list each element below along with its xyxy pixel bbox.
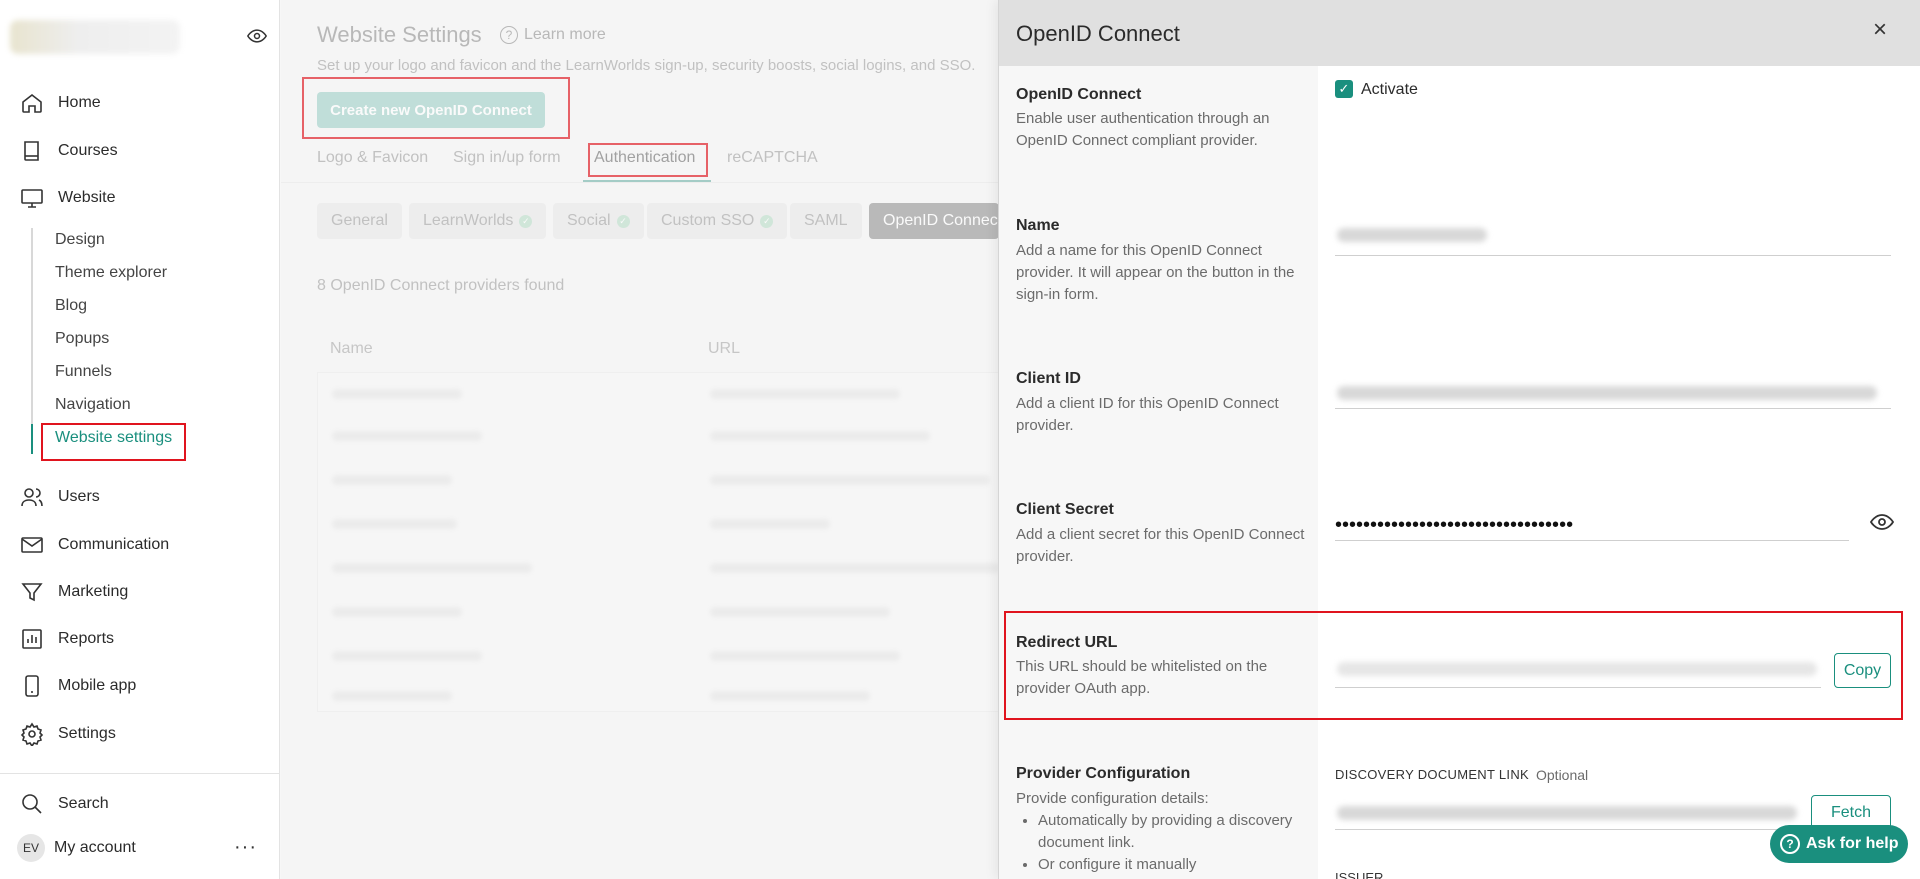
sub-funnels[interactable]: Funnels [55, 363, 112, 385]
provider-config-intro: Provide configuration details: [1016, 790, 1209, 807]
eye-icon[interactable] [1870, 510, 1894, 534]
highlight-redirect-url [1004, 611, 1903, 720]
nav-reports-label: Reports [58, 630, 115, 647]
nav-settings[interactable]: Settings [20, 719, 116, 749]
submenu-active-indicator [31, 424, 33, 454]
backdrop-overlay[interactable] [281, 0, 998, 879]
name-input-underline [1335, 255, 1891, 256]
monitor-icon [21, 189, 43, 208]
nav-users-label: Users [58, 488, 100, 505]
nav-communication[interactable]: Communication [20, 530, 169, 560]
avatar[interactable]: EV [17, 834, 45, 862]
search-icon [22, 794, 42, 814]
eye-icon[interactable] [247, 26, 267, 46]
mail-icon [21, 537, 43, 553]
nav-settings-label: Settings [58, 725, 116, 742]
drawer-title: OpenID Connect [1016, 21, 1180, 46]
nav-mobile-app-label: Mobile app [58, 677, 137, 694]
highlight-website-settings [41, 423, 186, 461]
openid-field-title: OpenID Connect [1016, 86, 1142, 103]
name-field-title: Name [1016, 217, 1060, 234]
discovery-link-label: DISCOVERY DOCUMENT LINK [1335, 767, 1529, 782]
nav-courses[interactable]: Courses [20, 136, 118, 166]
nav-reports[interactable]: Reports [20, 624, 114, 654]
client-secret-field[interactable]: •••••••••••••••••••••••••••••••••• [1335, 514, 1573, 537]
activate-label: Activate [1361, 81, 1418, 98]
my-account[interactable]: My account [54, 833, 136, 863]
client-id-underline [1335, 408, 1891, 409]
more-options-icon[interactable]: ··· [234, 836, 257, 859]
school-logo[interactable] [10, 20, 180, 54]
nav-marketing-label: Marketing [58, 583, 129, 600]
labels-column [999, 66, 1318, 879]
nav-website[interactable]: Website [20, 183, 116, 213]
home-icon [22, 93, 42, 113]
chart-icon [22, 629, 42, 649]
nav-search-label: Search [58, 795, 109, 812]
phone-icon [25, 675, 39, 697]
sub-popups[interactable]: Popups [55, 330, 109, 352]
ask-for-help-label: Ask for help [1806, 835, 1899, 852]
client-secret-underline [1335, 540, 1849, 541]
gear-icon [20, 722, 44, 746]
client-secret-title: Client Secret [1016, 501, 1114, 518]
client-id-field[interactable] [1337, 386, 1877, 400]
ask-for-help-button[interactable]: ? Ask for help [1770, 825, 1908, 863]
client-id-title: Client ID [1016, 370, 1081, 387]
nav-search[interactable]: Search [20, 789, 109, 819]
provider-config-title: Provider Configuration [1016, 765, 1191, 782]
optional-label: Optional [1536, 767, 1589, 783]
sub-design[interactable]: Design [55, 231, 105, 253]
client-id-desc: Add a client ID for this OpenID Connect … [1016, 395, 1279, 434]
nav-users[interactable]: Users [20, 482, 100, 512]
provider-config-list: Automatically by providing a discovery d… [1016, 810, 1306, 876]
provider-config-desc: Provide configuration details: Automatic… [1016, 788, 1306, 876]
filter-icon [21, 583, 43, 602]
sub-blog[interactable]: Blog [55, 297, 87, 319]
nav-marketing[interactable]: Marketing [20, 577, 128, 607]
nav-courses-label: Courses [58, 142, 118, 159]
question-icon: ? [1780, 834, 1800, 854]
list-item: Automatically by providing a discovery d… [1038, 810, 1306, 854]
my-account-label: My account [54, 839, 136, 856]
nav-website-label: Website [58, 189, 116, 206]
nav-mobile-app[interactable]: Mobile app [20, 671, 136, 701]
name-field-desc: Add a name for this OpenID Connect provi… [1016, 242, 1295, 303]
client-secret-desc: Add a client secret for this OpenID Conn… [1016, 526, 1305, 565]
nav-communication-label: Communication [58, 536, 170, 553]
discovery-link-underline [1335, 829, 1799, 830]
nav-home-label: Home [58, 94, 101, 111]
close-icon[interactable]: × [1873, 18, 1887, 42]
sub-theme-explorer[interactable]: Theme explorer [55, 264, 167, 286]
issuer-label: ISSUER [1335, 870, 1384, 879]
book-icon [24, 141, 39, 161]
name-field[interactable] [1337, 228, 1487, 242]
submenu-line [31, 228, 33, 454]
sidebar-divider [0, 773, 280, 774]
discovery-link-field[interactable] [1337, 806, 1797, 820]
nav-home[interactable]: Home [20, 88, 101, 118]
openid-field-desc: Enable user authentication through an Op… [1016, 110, 1270, 149]
activate-checkbox[interactable]: ✓ [1335, 80, 1353, 98]
list-item: Or configure it manually [1038, 854, 1306, 876]
users-icon [21, 488, 43, 507]
openid-drawer: OpenID Connect × OpenID Connect Enable u… [998, 0, 1920, 879]
sub-navigation[interactable]: Navigation [55, 396, 131, 418]
